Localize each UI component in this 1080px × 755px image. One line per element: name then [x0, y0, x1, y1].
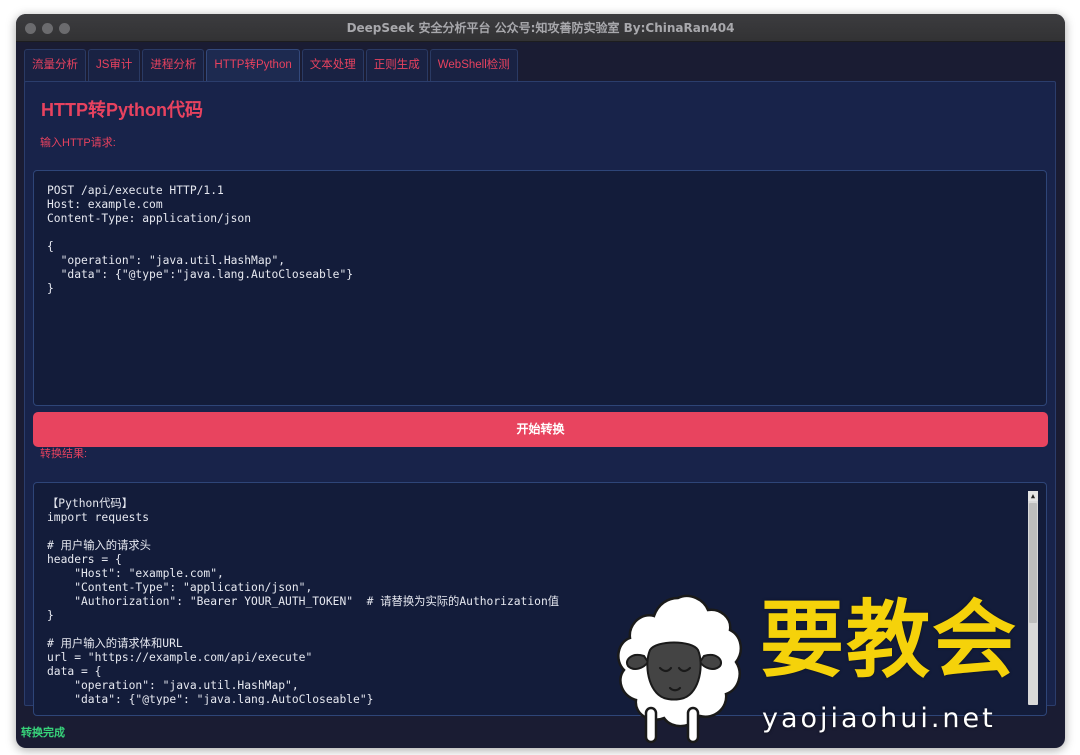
http-to-python-panel: HTTP转Python代码 输入HTTP请求: POST /api/execut…: [24, 81, 1056, 716]
title-bar: DeepSeek 安全分析平台 公众号:知攻善防实验室 By:ChinaRan4…: [16, 14, 1065, 42]
page-title: HTTP转Python代码: [41, 100, 203, 120]
tab-process-analysis[interactable]: 进程分析: [142, 49, 205, 82]
tab-regex-generation[interactable]: 正则生成: [365, 49, 428, 82]
tab-webshell-detection[interactable]: WebShell检测: [429, 49, 518, 82]
convert-button[interactable]: 开始转换: [33, 412, 1048, 447]
python-output-text: 【Python代码】 import requests # 用户输入的请求头 he…: [47, 497, 560, 705]
app-window: DeepSeek 安全分析平台 公众号:知攻善防实验室 By:ChinaRan4…: [16, 14, 1065, 748]
tab-text-processing[interactable]: 文本处理: [301, 49, 364, 82]
tab-traffic-analysis[interactable]: 流量分析: [24, 49, 86, 82]
python-output[interactable]: 【Python代码】 import requests # 用户输入的请求头 he…: [33, 482, 1047, 716]
tab-js-audit[interactable]: JS审计: [88, 49, 141, 82]
output-label: 转换结果:: [40, 448, 88, 460]
tab-http-to-python[interactable]: HTTP转Python: [206, 49, 300, 83]
http-request-input[interactable]: POST /api/execute HTTP/1.1 Host: example…: [33, 170, 1047, 406]
status-text: 转换完成: [21, 727, 65, 739]
tab-bar: 流量分析 JS审计 进程分析 HTTP转Python 文本处理 正则生成 Web…: [24, 49, 520, 83]
output-scrollbar[interactable]: ▲: [1028, 491, 1038, 705]
window-title: DeepSeek 安全分析平台 公众号:知攻善防实验室 By:ChinaRan4…: [346, 21, 735, 35]
scrollbar-thumb[interactable]: [1029, 503, 1037, 623]
scroll-up-arrow-icon[interactable]: ▲: [1028, 491, 1038, 501]
input-label: 输入HTTP请求:: [40, 137, 116, 149]
